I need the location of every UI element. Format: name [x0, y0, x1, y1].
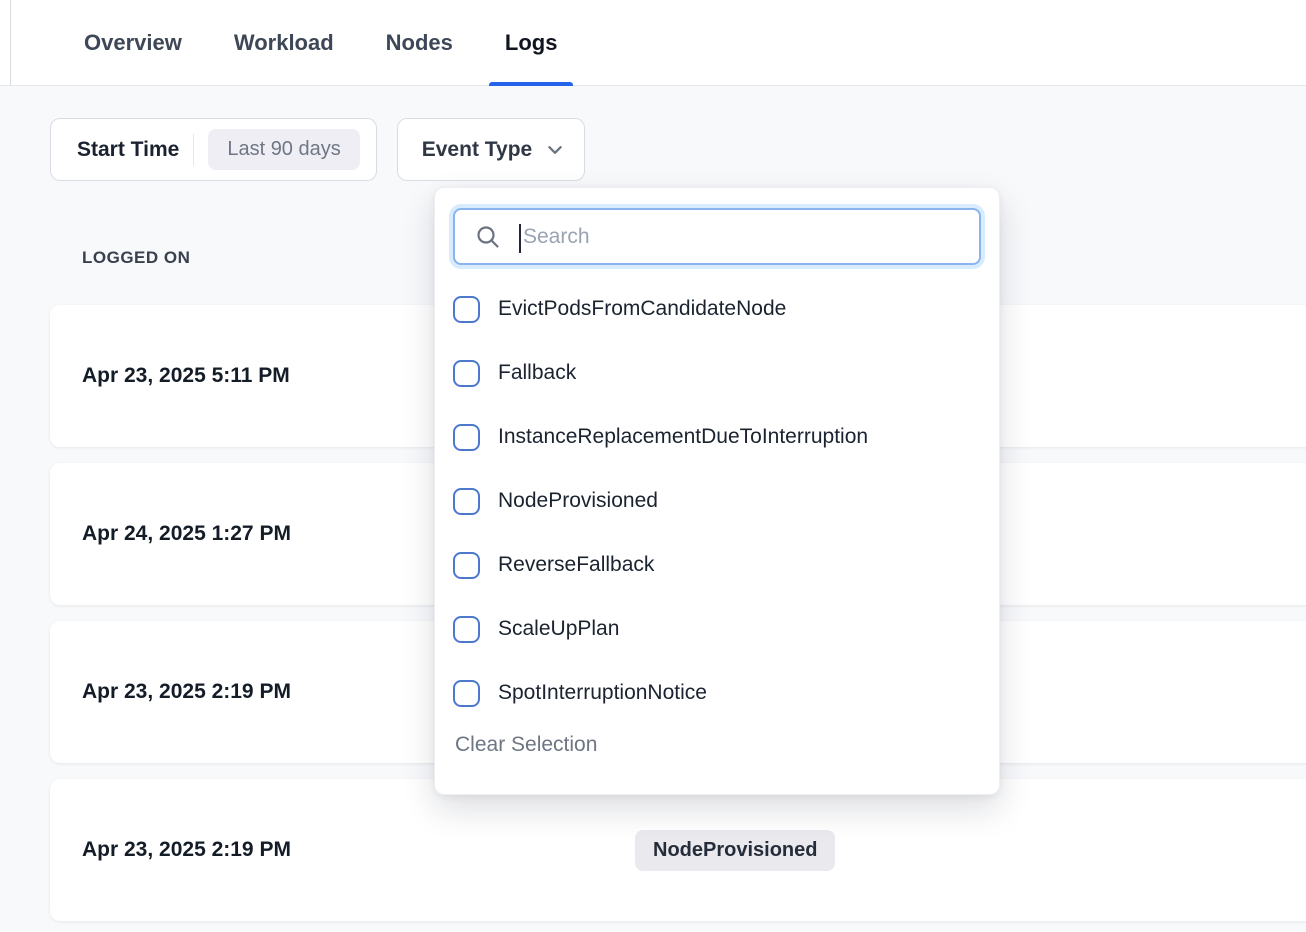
event-type-badge: NodeProvisioned [635, 830, 835, 871]
left-divider [10, 0, 11, 86]
checkbox[interactable] [453, 680, 480, 707]
start-time-label: Start Time [77, 138, 179, 162]
filter-bar: Start Time Last 90 days Event Type [50, 118, 585, 181]
chevron-down-icon [546, 141, 564, 159]
logged-on-cell: Apr 23, 2025 2:19 PM [82, 838, 635, 862]
event-type-option-label: ReverseFallback [498, 553, 654, 577]
event-type-option[interactable]: Fallback [453, 341, 981, 405]
checkbox[interactable] [453, 616, 480, 643]
text-caret [519, 224, 521, 253]
event-type-option-label: EvictPodsFromCandidateNode [498, 297, 786, 321]
tab-bar: Overview Workload Nodes Logs [82, 0, 559, 86]
checkbox[interactable] [453, 296, 480, 323]
tab-logs[interactable]: Logs [503, 0, 560, 86]
search-icon [475, 224, 501, 250]
column-header-logged-on: LOGGED ON [82, 248, 190, 268]
checkbox[interactable] [453, 424, 480, 451]
event-type-option[interactable]: InstanceReplacementDueToInterruption [453, 405, 981, 469]
logs-page: Start Time Last 90 days Event Type LOGGE… [0, 86, 1306, 932]
event-type-option-label: NodeProvisioned [498, 489, 658, 513]
event-type-dropdown: EvictPodsFromCandidateNode Fallback Inst… [434, 187, 1000, 795]
event-type-option-label: Fallback [498, 361, 576, 385]
event-type-filter[interactable]: Event Type [397, 118, 585, 181]
start-time-value[interactable]: Last 90 days [208, 129, 359, 170]
tab-workload[interactable]: Workload [232, 0, 336, 86]
table-row[interactable]: Apr 23, 2025 2:19 PM NodeProvisioned [50, 779, 1306, 921]
event-type-option[interactable]: NodeProvisioned [453, 469, 981, 533]
event-type-option-label: InstanceReplacementDueToInterruption [498, 425, 868, 449]
start-time-filter[interactable]: Start Time Last 90 days [50, 118, 377, 181]
filter-divider [193, 134, 194, 166]
search-input[interactable] [455, 210, 979, 263]
event-type-option-list: EvictPodsFromCandidateNode Fallback Inst… [453, 277, 981, 725]
event-type-option[interactable]: SpotInterruptionNotice [453, 661, 981, 725]
tab-overview[interactable]: Overview [82, 0, 184, 86]
event-type-option[interactable]: ReverseFallback [453, 533, 981, 597]
checkbox[interactable] [453, 552, 480, 579]
dropdown-search [453, 208, 981, 265]
event-type-option-label: ScaleUpPlan [498, 617, 619, 641]
clear-selection-link[interactable]: Clear Selection [453, 733, 597, 757]
checkbox[interactable] [453, 360, 480, 387]
header: Overview Workload Nodes Logs [0, 0, 1306, 86]
event-type-option[interactable]: ScaleUpPlan [453, 597, 981, 661]
tab-nodes[interactable]: Nodes [384, 0, 455, 86]
event-type-option[interactable]: EvictPodsFromCandidateNode [453, 277, 981, 341]
event-type-label: Event Type [422, 138, 532, 162]
event-type-option-label: SpotInterruptionNotice [498, 681, 707, 705]
checkbox[interactable] [453, 488, 480, 515]
